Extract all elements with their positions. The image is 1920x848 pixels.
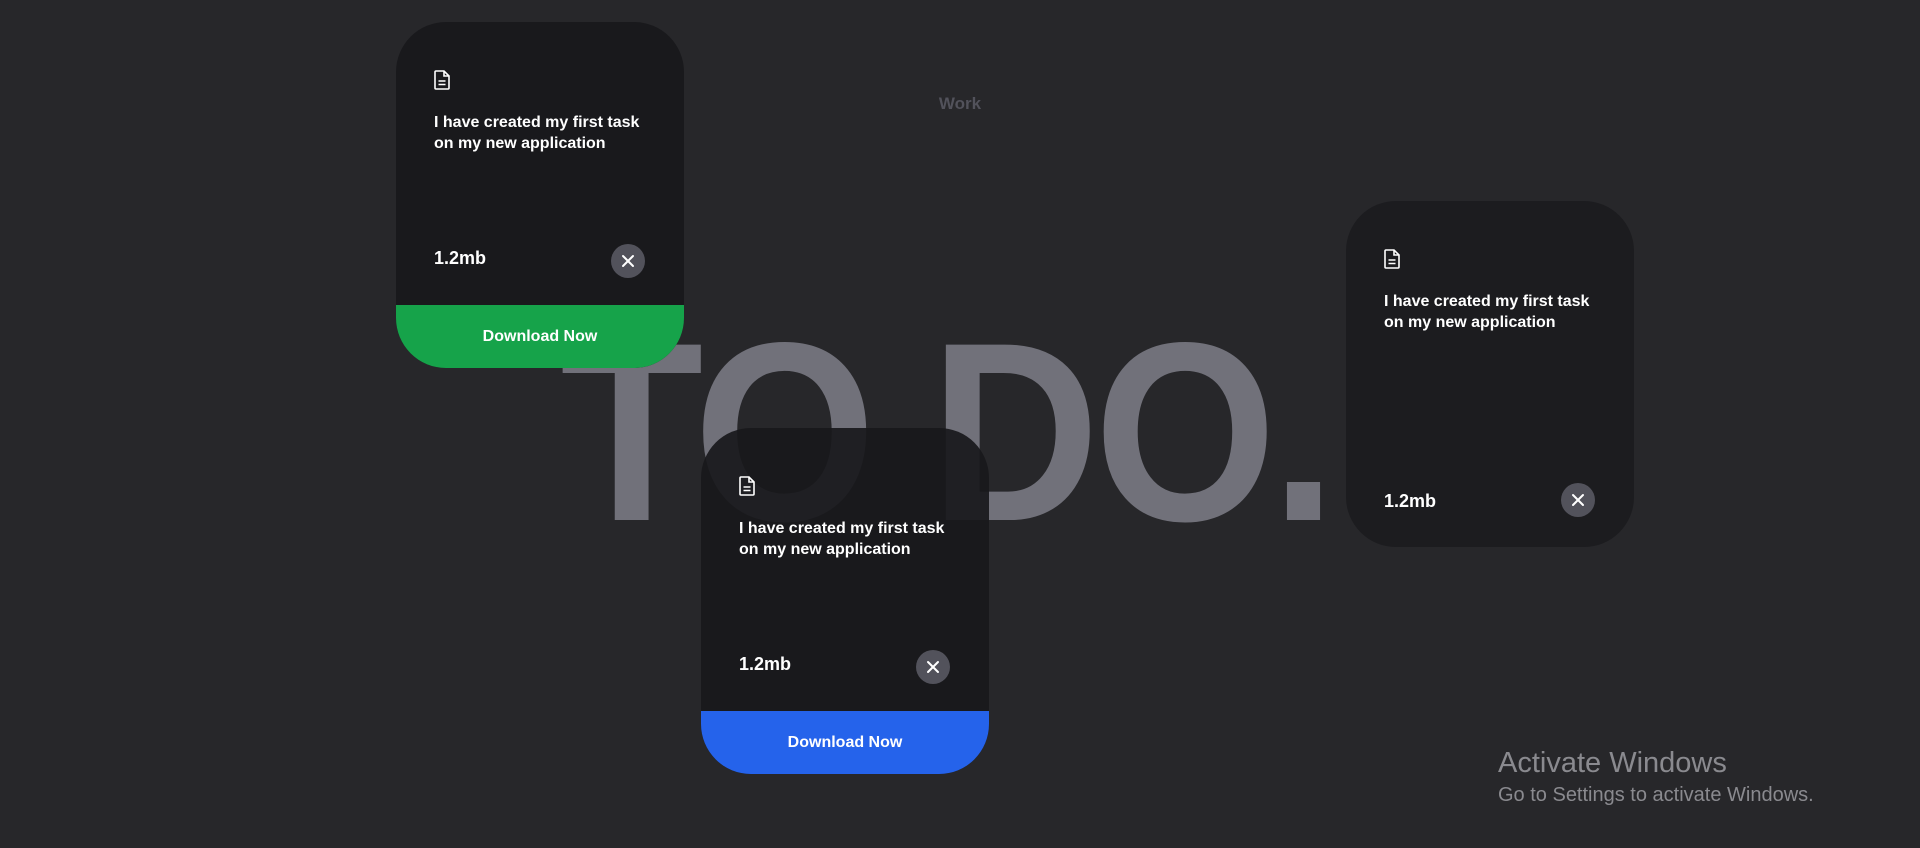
document-icon (739, 476, 755, 496)
activate-windows-subtitle: Go to Settings to activate Windows. (1498, 784, 1814, 806)
close-icon (927, 661, 939, 673)
task-card: I have created my first task on my new a… (1346, 201, 1634, 547)
close-button[interactable] (611, 244, 645, 278)
download-button[interactable]: Download Now (701, 711, 989, 774)
document-icon (434, 70, 450, 90)
file-size: 1.2mb (1384, 491, 1437, 511)
task-description: I have created my first task on my new a… (434, 114, 640, 152)
task-card: I have created my first task on my new a… (701, 428, 989, 774)
file-size: 1.2mb (434, 248, 487, 268)
activate-windows-title: Activate Windows (1498, 747, 1727, 779)
close-button[interactable] (1561, 483, 1595, 517)
category-label: Work (938, 94, 982, 113)
app-stage: Work TO DO. I have created my first task… (0, 0, 1920, 848)
download-button[interactable]: Download Now (396, 305, 684, 368)
task-description: I have created my first task on my new a… (739, 520, 945, 558)
activate-windows-watermark: Activate Windows Go to Settings to activ… (1498, 745, 1814, 809)
close-button[interactable] (916, 650, 950, 684)
close-icon (1572, 494, 1584, 506)
document-icon (1384, 249, 1400, 269)
close-icon (622, 255, 634, 267)
file-size: 1.2mb (739, 654, 792, 674)
task-card: I have created my first task on my new a… (396, 22, 684, 368)
task-description: I have created my first task on my new a… (1384, 293, 1590, 331)
